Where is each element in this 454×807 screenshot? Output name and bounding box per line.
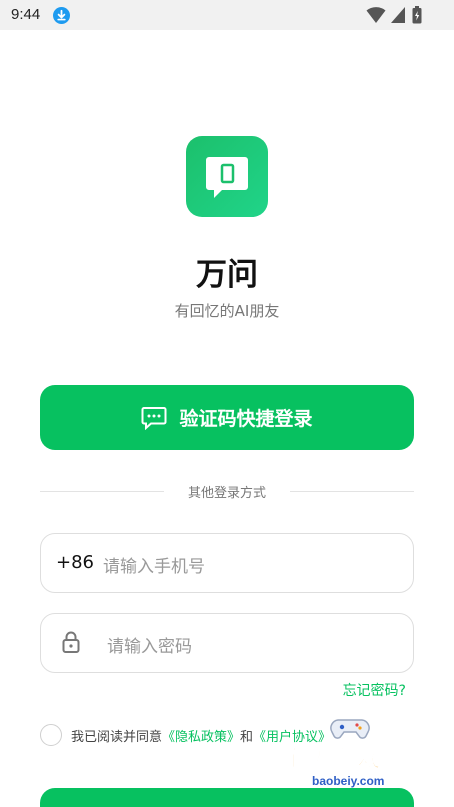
chat-bubble-phone-icon bbox=[206, 157, 248, 198]
forgot-password-link[interactable]: 忘记密码? bbox=[343, 680, 406, 700]
app-subtitle: 有回忆的AI朋友 bbox=[174, 302, 280, 320]
gamepad-icon bbox=[330, 719, 370, 739]
agreement-prefix: 我已阅读并同意 bbox=[71, 730, 163, 745]
status-bar: 9:44 bbox=[0, 0, 454, 30]
signal-icon bbox=[391, 7, 405, 23]
country-code[interactable]: +86 bbox=[56, 552, 94, 573]
agreement-conjunction: 和 bbox=[240, 730, 254, 745]
phone-input[interactable]: 请输入手机号 bbox=[103, 552, 205, 577]
agree-checkbox[interactable] bbox=[40, 724, 62, 746]
watermark-url: baobeiy.com bbox=[312, 774, 385, 788]
password-input[interactable]: 请输入密码 bbox=[107, 632, 192, 657]
status-time: 9:44 bbox=[11, 6, 41, 23]
battery-icon bbox=[412, 6, 422, 24]
other-methods-label: 其他登录方式 bbox=[187, 486, 266, 501]
phone-field[interactable]: +86 请输入手机号 bbox=[40, 533, 414, 593]
download-icon bbox=[53, 7, 70, 24]
message-dots-icon bbox=[141, 406, 167, 430]
code-login-label: 验证码快捷登录 bbox=[179, 408, 313, 430]
privacy-policy-link[interactable]: 《隐私政策》 bbox=[162, 730, 240, 745]
password-field[interactable]: 请输入密码 bbox=[40, 613, 414, 673]
code-login-button[interactable]: 验证码快捷登录 bbox=[40, 385, 414, 450]
app-logo bbox=[186, 136, 268, 217]
app-title: 万问 bbox=[196, 257, 258, 293]
lock-icon bbox=[62, 631, 80, 653]
wifi-icon bbox=[366, 7, 386, 23]
watermark-text: 宝贝游戏网 bbox=[282, 744, 407, 773]
bottom-login-button[interactable] bbox=[40, 788, 414, 807]
